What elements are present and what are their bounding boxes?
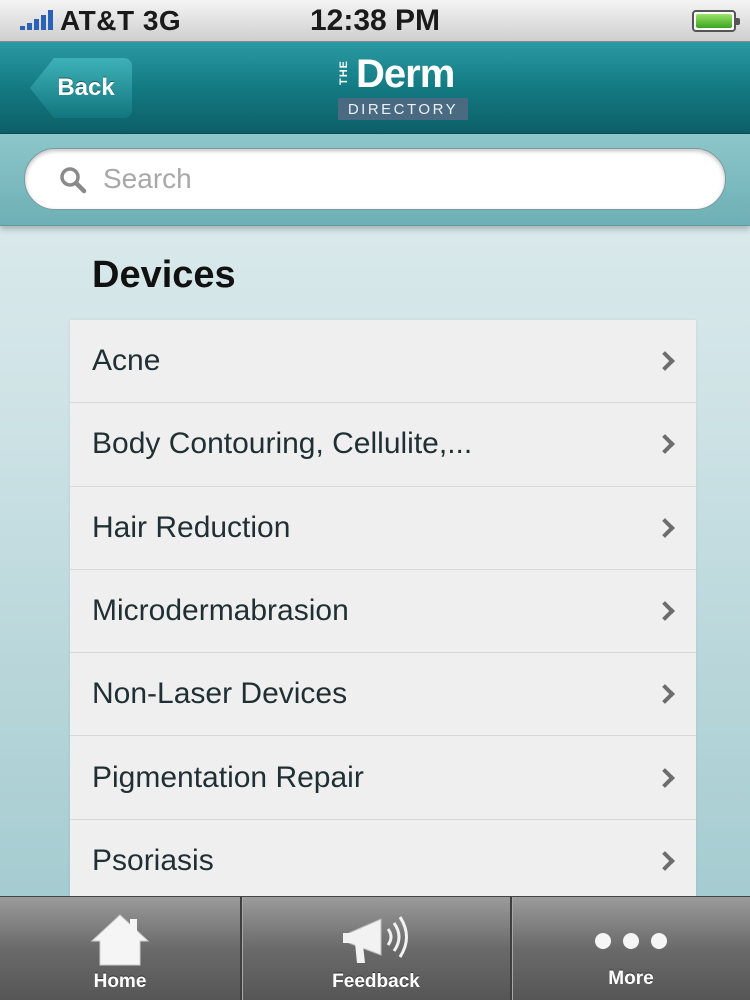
list-item[interactable]: Psoriasis [70, 820, 696, 900]
chevron-right-icon [655, 517, 675, 538]
search-field[interactable] [24, 148, 726, 210]
list-item-label: Hair Reduction [92, 510, 291, 544]
list-item-label: Psoriasis [92, 843, 214, 877]
derm-directory-logo: THE Derm DIRECTORY [338, 52, 470, 122]
more-dots-icon [595, 933, 667, 949]
logo-the-text: THE [338, 60, 350, 85]
search-bar [0, 134, 750, 226]
megaphone-icon [343, 916, 408, 963]
back-button-label: Back [57, 74, 115, 101]
list-item-label: Microdermabrasion [92, 594, 349, 628]
logo-derm-text: Derm [356, 52, 455, 96]
status-bar: AT&T 3G 12:38 PM [0, 0, 750, 42]
logo-directory-text: DIRECTORY [338, 98, 468, 120]
list-item[interactable]: Microdermabrasion [70, 570, 696, 654]
chevron-right-icon [655, 351, 675, 372]
chevron-right-icon [655, 601, 675, 621]
home-icon [90, 914, 150, 966]
tab-home-label: Home [93, 971, 147, 992]
tab-bar: Home Feedback More [0, 896, 750, 1000]
list-item-label: Body Contouring, Cellulite,... [92, 427, 473, 461]
list-item[interactable]: Non-Laser Devices [70, 653, 696, 737]
list-item-label: Non-Laser Devices [92, 677, 348, 711]
battery-icon [692, 10, 740, 32]
tab-feedback[interactable]: Feedback [240, 897, 510, 1000]
list-item-label: Pigmentation Repair [92, 760, 364, 794]
chevron-right-icon [655, 767, 675, 788]
navigation-bar: Back THE Derm DIRECTORY [0, 42, 750, 134]
tab-more-label: More [608, 968, 654, 989]
section-title: Devices [92, 254, 236, 296]
chevron-right-icon [655, 434, 675, 455]
tab-home[interactable]: Home [0, 897, 240, 1000]
tab-feedback-label: Feedback [332, 971, 420, 992]
list-item[interactable]: Acne [70, 320, 696, 404]
list-item[interactable]: Pigmentation Repair [70, 736, 696, 820]
clock: 12:38 PM [309, 4, 441, 37]
list-item-label: Acne [92, 344, 161, 378]
chevron-right-icon [655, 684, 675, 705]
chevron-right-icon [655, 851, 675, 871]
list-item[interactable]: Hair Reduction [70, 487, 696, 570]
back-button[interactable]: Back [30, 58, 132, 118]
search-icon [60, 167, 87, 194]
search-input[interactable] [103, 159, 703, 199]
tab-more[interactable]: More [510, 897, 750, 1000]
list-item[interactable]: Body Contouring, Cellulite,... [70, 403, 696, 487]
devices-list: Acne Body Contouring, Cellulite,... Hair… [70, 320, 696, 900]
